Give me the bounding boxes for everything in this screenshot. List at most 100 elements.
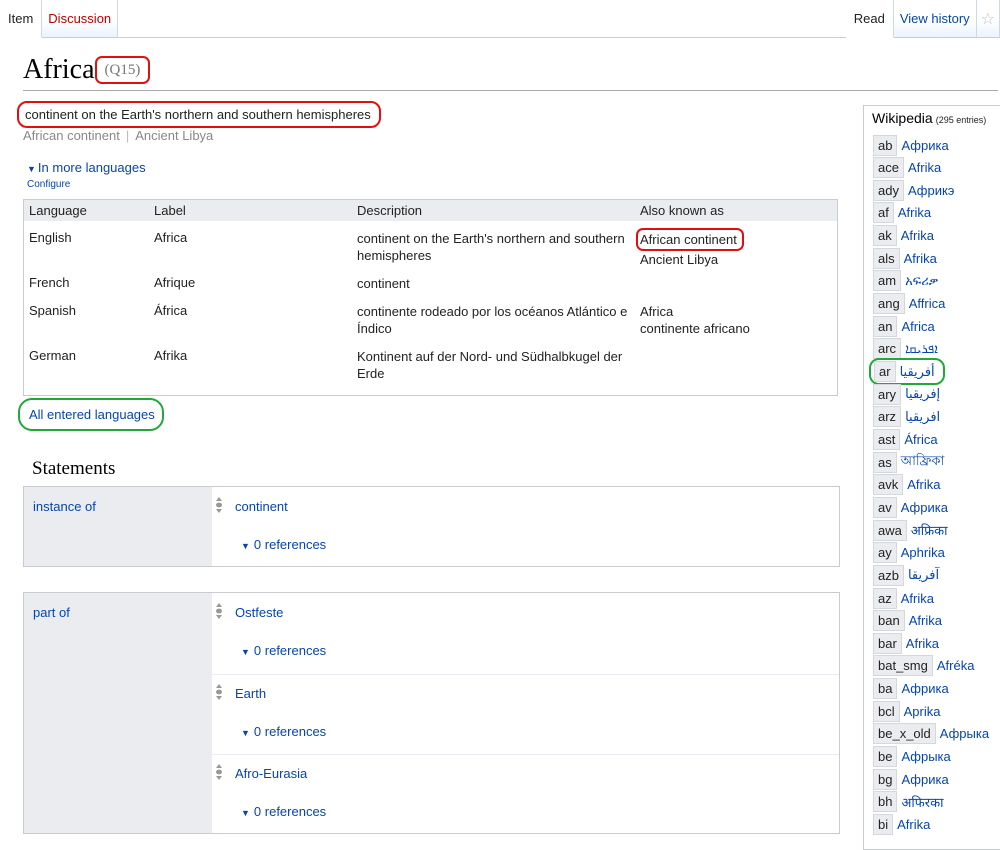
all-entered-languages-link[interactable]: All entered languages: [18, 398, 164, 431]
row-language: German: [29, 348, 76, 363]
sitelink-item[interactable]: as আফ্ৰিকা: [873, 451, 944, 473]
site-title-link[interactable]: Афрыка: [940, 726, 989, 741]
value-link[interactable]: Afro-Eurasia: [235, 766, 307, 781]
site-title-link[interactable]: Африка: [901, 500, 948, 515]
sitelink-item[interactable]: bar Afrika: [873, 632, 939, 654]
tab-read[interactable]: Read: [845, 0, 894, 38]
site-title-link[interactable]: Afrika: [909, 613, 942, 628]
references-toggle[interactable]: ▼ 0 references: [241, 643, 326, 658]
rank-selector-icon[interactable]: [215, 496, 223, 514]
site-title-link[interactable]: Africa: [901, 319, 934, 334]
sitelink-item[interactable]: ab Африка: [873, 134, 949, 156]
site-title-link[interactable]: Afrika: [901, 591, 934, 606]
site-title-link[interactable]: Afrika: [906, 636, 939, 651]
site-title-link[interactable]: Afrika: [908, 160, 941, 175]
sitelink-item[interactable]: am አፍሪቃ: [873, 270, 938, 292]
statement-group-instance-of: instance of continent ▼ 0 references: [23, 486, 840, 567]
site-title-link[interactable]: Aprika: [904, 704, 941, 719]
site-title-link[interactable]: Afrika: [907, 477, 940, 492]
sitelink-item[interactable]: ace Afrika: [873, 157, 941, 179]
rank-selector-icon[interactable]: [215, 763, 223, 781]
sitelink-item[interactable]: bh अफिरका: [873, 791, 943, 813]
row-label[interactable]: Afrique: [154, 275, 195, 290]
triangle-down-icon: ▼: [241, 808, 250, 818]
sitelink-item[interactable]: be Афрыка: [873, 746, 951, 768]
row-description[interactable]: Kontinent auf der Nord- und Südhalbkugel…: [357, 348, 635, 382]
site-title-link[interactable]: أفريقيا: [900, 364, 935, 380]
sitelink-item[interactable]: ast África: [873, 428, 938, 450]
site-title-link[interactable]: Aphrika: [901, 545, 945, 560]
rank-selector-icon[interactable]: [215, 602, 223, 620]
site-title-link[interactable]: Африкэ: [908, 183, 954, 198]
site-title-link[interactable]: Afrika: [901, 228, 934, 243]
site-title-link[interactable]: Африка: [901, 138, 948, 153]
row-description[interactable]: continente rodeado por los océanos Atlán…: [357, 303, 635, 337]
row-label[interactable]: Afrika: [154, 348, 187, 363]
sitelink-item[interactable]: awa अफ्रिका: [873, 519, 948, 541]
site-title-link[interactable]: አፍሪቃ: [905, 273, 938, 289]
tab-item[interactable]: Item: [0, 0, 43, 38]
sitelink-item[interactable]: avk Afrika: [873, 474, 940, 496]
site-title-link[interactable]: Афрыка: [901, 749, 950, 764]
row-label[interactable]: Africa: [154, 230, 187, 245]
references-toggle[interactable]: ▼ 0 references: [241, 537, 326, 552]
site-title-link[interactable]: Африка: [901, 772, 948, 787]
site-title-link[interactable]: África: [904, 432, 937, 447]
sitelink-item[interactable]: af Afrika: [873, 202, 931, 224]
site-title-link[interactable]: अफिरका: [901, 793, 943, 811]
sitelink-item[interactable]: an Africa: [873, 315, 935, 337]
property-link[interactable]: instance of: [33, 499, 96, 514]
value-link[interactable]: Ostfeste: [235, 605, 283, 620]
sitelink-item[interactable]: ba Африка: [873, 678, 949, 700]
sitelink-item[interactable]: be_x_old Афрыка: [873, 723, 989, 745]
sitelink-item[interactable]: ak Afrika: [873, 225, 934, 247]
item-aliases[interactable]: African continent | Ancient Libya: [23, 128, 213, 143]
site-title-link[interactable]: Affrica: [909, 296, 946, 311]
site-title-link[interactable]: Африка: [901, 681, 948, 696]
tab-view-history[interactable]: View history: [893, 0, 977, 38]
site-title-link[interactable]: Afréka: [937, 658, 975, 673]
sitelink-item[interactable]: ady Африкэ: [873, 179, 954, 201]
sitelink-item[interactable]: als Afrika: [873, 247, 937, 269]
sitelink-item[interactable]: bg Африка: [873, 768, 949, 790]
property-link[interactable]: part of: [33, 605, 70, 620]
tab-discussion[interactable]: Discussion: [42, 0, 119, 38]
sitelink-item[interactable]: az Afrika: [873, 587, 934, 609]
site-title-link[interactable]: إفريقيا: [905, 386, 940, 402]
sitelink-item[interactable]: azb آفریقا: [873, 564, 939, 586]
row-label[interactable]: África: [154, 303, 187, 318]
sitelink-item[interactable]: av Африка: [873, 496, 948, 518]
configure-link[interactable]: Configure: [27, 179, 70, 190]
site-title-link[interactable]: ܐܦܪܝܩܐ: [905, 341, 938, 357]
sitelink-item[interactable]: ay Aphrika: [873, 542, 945, 564]
rank-selector-icon[interactable]: [215, 683, 223, 701]
sitelink-item[interactable]: ary إفريقيا: [873, 383, 940, 405]
references-toggle[interactable]: ▼ 0 references: [241, 724, 326, 739]
sitelink-item[interactable]: ar أفريقيا: [869, 358, 945, 385]
site-title-link[interactable]: افريقيا: [905, 409, 940, 425]
references-toggle[interactable]: ▼ 0 references: [241, 804, 326, 819]
sitelink-item[interactable]: arc ܐܦܪܝܩܐ: [873, 338, 938, 360]
site-code: ast: [873, 428, 901, 450]
site-title-link[interactable]: Afrika: [898, 205, 931, 220]
sitelink-item[interactable]: arz افريقيا: [873, 406, 940, 428]
sitelink-item[interactable]: ban Afrika: [873, 610, 942, 632]
sitelink-item[interactable]: ang Affrica: [873, 293, 946, 315]
site-title-link[interactable]: আফ্ৰিকা: [901, 452, 944, 473]
in-more-languages-toggle[interactable]: ▼ In more languages: [27, 160, 146, 175]
site-title-link[interactable]: آفریقا: [908, 567, 939, 583]
sitelink-item[interactable]: bat_smg Afréka: [873, 655, 975, 677]
sitelink-item[interactable]: bi Afrika: [873, 814, 930, 835]
row-description[interactable]: continent: [357, 275, 635, 292]
sitelink-item[interactable]: bcl Aprika: [873, 700, 941, 722]
site-title-link[interactable]: Afrika: [904, 251, 937, 266]
item-description[interactable]: continent on the Earth's northern and so…: [17, 101, 381, 128]
row-aliases[interactable]: Africa continente africano: [640, 303, 750, 337]
site-title-link[interactable]: अफ्रिका: [911, 521, 948, 539]
value-link[interactable]: continent: [235, 499, 288, 514]
row-description[interactable]: continent on the Earth's northern and so…: [357, 230, 635, 264]
row-aliases[interactable]: African continent Ancient Libya: [636, 228, 744, 268]
site-title-link[interactable]: Afrika: [897, 817, 930, 832]
value-link[interactable]: Earth: [235, 686, 266, 701]
watch-button[interactable]: ☆: [976, 0, 1000, 38]
